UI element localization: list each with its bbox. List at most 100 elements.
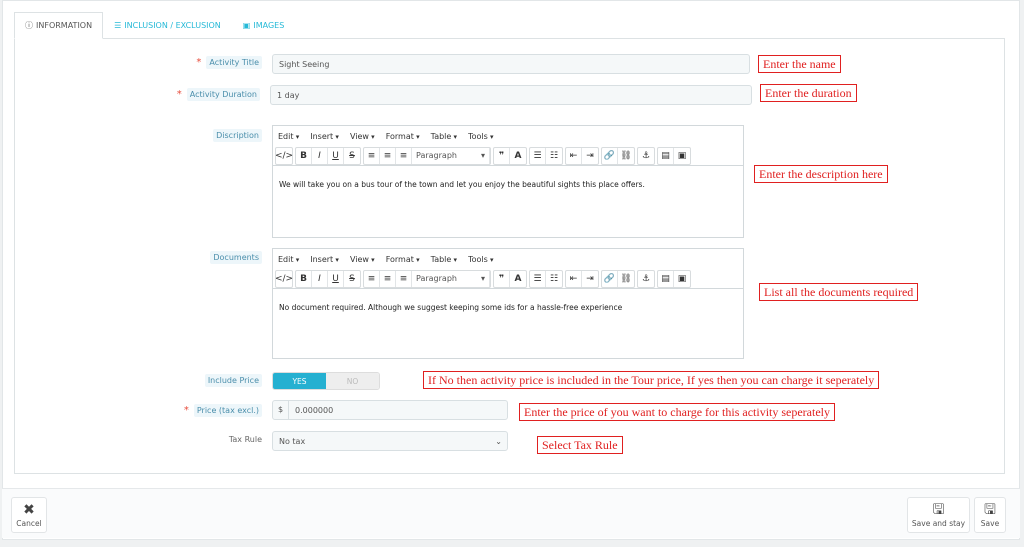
menu-format[interactable]: Format xyxy=(386,255,420,264)
menu-table[interactable]: Table xyxy=(431,255,457,264)
close-icon: ✖ xyxy=(23,501,35,518)
code-button[interactable]: </> xyxy=(275,148,293,164)
include-price-yes[interactable]: YES xyxy=(273,373,326,389)
numbered-list-icon: ☷ xyxy=(549,150,559,161)
menu-view[interactable]: View xyxy=(350,255,375,264)
menu-tools[interactable]: Tools xyxy=(468,132,493,141)
footer-toolbar: ✖ Cancel 🖫 Save and stay 🖫 Save xyxy=(2,488,1020,538)
align-left-button[interactable]: ≡ xyxy=(364,147,380,164)
blockquote-button[interactable]: ❞ xyxy=(494,270,510,287)
bullet-list-button[interactable]: ☰ xyxy=(530,270,546,287)
include-price-toggle[interactable]: YES NO xyxy=(272,372,380,390)
strikethrough-button[interactable]: S xyxy=(344,148,360,164)
currency-addon: $ xyxy=(273,401,289,419)
unlink-button[interactable]: ⛓ xyxy=(618,271,634,287)
editor-content[interactable]: We will take you on a bus tour of the to… xyxy=(273,166,743,203)
anchor-button[interactable]: ⚓ xyxy=(638,271,654,287)
menu-edit[interactable]: Edit xyxy=(278,255,299,264)
menu-insert[interactable]: Insert xyxy=(310,132,339,141)
format-select[interactable]: Paragraph ▾ xyxy=(412,147,490,164)
menu-table[interactable]: Table xyxy=(431,132,457,141)
annotation-title: Enter the name xyxy=(758,55,841,73)
text-color-icon: A xyxy=(514,150,522,161)
outdent-icon: ⇤ xyxy=(569,150,578,161)
bullet-list-icon: ☰ xyxy=(533,150,542,161)
media-button[interactable]: ▤ xyxy=(658,147,674,164)
align-right-button[interactable]: ≡ xyxy=(396,147,412,164)
activity-duration-label: * Activity Duration xyxy=(177,88,260,101)
bold-button[interactable]: B xyxy=(296,270,312,287)
price-input[interactable]: $0.000000 xyxy=(272,400,508,420)
save-button[interactable]: 🖫 Save xyxy=(974,497,1006,533)
underline-button[interactable]: U xyxy=(328,147,344,164)
outdent-button[interactable]: ⇤ xyxy=(566,147,582,164)
tax-rule-select[interactable]: No tax ⌄ xyxy=(272,431,508,451)
price-label: * Price (tax excl.) xyxy=(184,404,262,417)
align-center-icon: ≡ xyxy=(383,150,392,161)
annotation-documents: List all the documents required xyxy=(759,283,919,301)
numbered-list-button[interactable]: ☷ xyxy=(546,271,562,287)
menu-insert[interactable]: Insert xyxy=(310,255,339,264)
anchor-button[interactable]: ⚓ xyxy=(638,148,654,164)
align-right-icon: ≡ xyxy=(399,150,408,161)
media-button[interactable]: ▤ xyxy=(658,270,674,287)
description-label: Discription xyxy=(213,129,262,142)
info-circle-icon: ⓘ xyxy=(25,21,33,30)
menu-view[interactable]: View xyxy=(350,132,375,141)
save-icon: 🖫 xyxy=(984,501,996,518)
code-button[interactable]: </> xyxy=(275,271,293,287)
activity-duration-input[interactable]: 1 day xyxy=(270,85,752,105)
activity-title-input[interactable]: Sight Seeing xyxy=(272,54,750,74)
description-editor[interactable]: Edit Insert View Format Table Tools </> BIUS ≡ ≡ ≡… xyxy=(272,125,744,238)
align-center-button[interactable]: ≡ xyxy=(380,270,396,287)
align-right-button[interactable]: ≡ xyxy=(396,270,412,287)
italic-button[interactable]: I xyxy=(312,147,328,164)
documents-editor[interactable]: Edit Insert View Format Table Tools </> BIUS ≡ ≡ ≡… xyxy=(272,248,744,359)
menu-tools[interactable]: Tools xyxy=(468,255,493,264)
image-button[interactable]: ▣ xyxy=(674,271,690,287)
indent-button[interactable]: ⇥ xyxy=(582,148,598,164)
tab-images[interactable]: ▣ IMAGES xyxy=(232,12,296,39)
text-color-button[interactable]: A xyxy=(510,271,526,287)
image-icon: ▣ xyxy=(677,273,687,284)
blockquote-button[interactable]: ❞ xyxy=(494,147,510,164)
menu-format[interactable]: Format xyxy=(386,132,420,141)
link-button[interactable]: 🔗 xyxy=(602,147,618,164)
image-icon: ▣ xyxy=(242,21,251,30)
align-center-button[interactable]: ≡ xyxy=(380,147,396,164)
underline-button[interactable]: U xyxy=(328,270,344,287)
indent-icon: ⇥ xyxy=(586,273,594,284)
italic-icon: I xyxy=(318,150,321,161)
include-price-label: Include Price xyxy=(204,374,262,387)
save-and-stay-button[interactable]: 🖫 Save and stay xyxy=(907,497,970,533)
annotation-include-price: If No then activity price is included in… xyxy=(423,371,880,389)
media-icon: ▤ xyxy=(661,150,670,161)
media-icon: ▤ xyxy=(661,273,670,284)
italic-button[interactable]: I xyxy=(312,270,328,287)
menu-edit[interactable]: Edit xyxy=(278,132,299,141)
unlink-button[interactable]: ⛓ xyxy=(618,148,634,164)
link-button[interactable]: 🔗 xyxy=(602,270,618,287)
outdent-button[interactable]: ⇤ xyxy=(566,270,582,287)
align-left-button[interactable]: ≡ xyxy=(364,270,380,287)
blockquote-icon: ❞ xyxy=(498,150,505,161)
tax-rule-label: Tax Rule xyxy=(228,435,262,444)
bullet-list-button[interactable]: ☰ xyxy=(530,147,546,164)
text-color-button[interactable]: A xyxy=(510,148,526,164)
indent-button[interactable]: ⇥ xyxy=(582,271,598,287)
caret-down-icon: ▾ xyxy=(480,151,485,160)
tab-information[interactable]: ⓘ INFORMATION xyxy=(14,12,104,39)
tab-inclusion-exclusion[interactable]: ☰ INCLUSION / EXCLUSION xyxy=(103,12,232,39)
include-price-no[interactable]: NO xyxy=(326,373,379,389)
indent-icon: ⇥ xyxy=(586,150,594,161)
cancel-button[interactable]: ✖ Cancel xyxy=(11,497,47,533)
image-button[interactable]: ▣ xyxy=(674,148,690,164)
numbered-list-button[interactable]: ☷ xyxy=(546,148,562,164)
italic-icon: I xyxy=(318,273,321,284)
format-select[interactable]: Paragraph ▾ xyxy=(412,270,490,287)
strikethrough-button[interactable]: S xyxy=(344,271,360,287)
bold-icon: B xyxy=(300,150,307,161)
image-icon: ▣ xyxy=(677,150,687,161)
bold-button[interactable]: B xyxy=(296,147,312,164)
editor-content[interactable]: No document required. Although we sugges… xyxy=(273,289,743,326)
